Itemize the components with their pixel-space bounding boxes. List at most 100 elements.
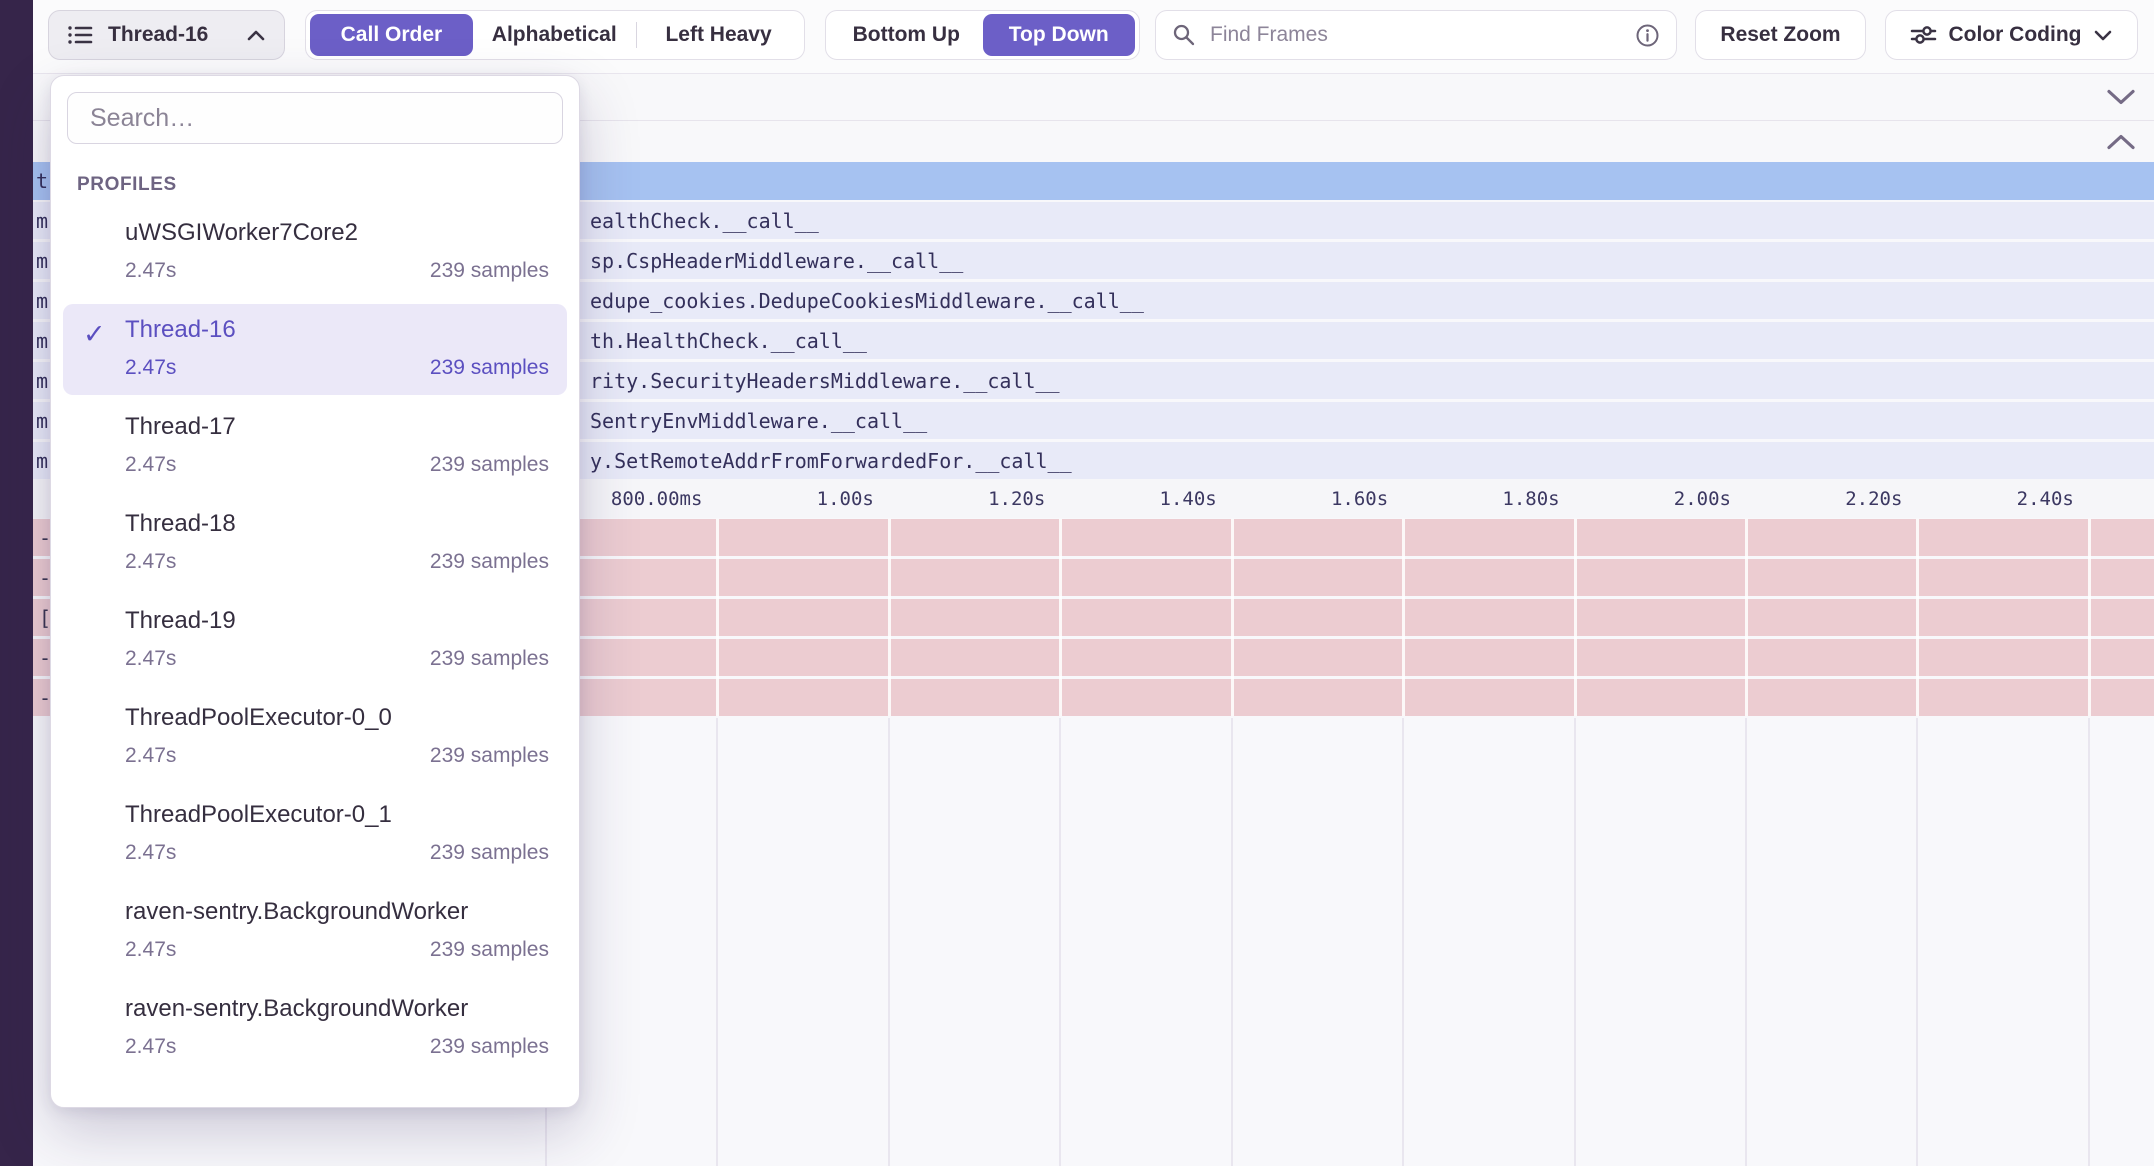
reset-zoom-label: Reset Zoom — [1720, 23, 1840, 47]
thread-item-samples: 239 samples — [430, 1035, 549, 1059]
gridline — [888, 718, 890, 1166]
thread-item-samples: 239 samples — [430, 550, 549, 574]
gridline — [1574, 519, 1577, 716]
gridline — [1402, 718, 1404, 1166]
frame-label-sliver: m — [36, 369, 48, 393]
time-tick-label: 2.00s — [1674, 488, 1731, 510]
frame-label-sliver: m — [36, 409, 48, 433]
gridline — [716, 718, 718, 1166]
gridline — [1059, 718, 1061, 1166]
thread-item-thread-16-1[interactable]: ✓Thread-162.47s239 samples — [51, 301, 579, 398]
dropdown-search-box — [67, 92, 563, 144]
thread-item-stats: 2.47s 239 samples — [125, 550, 549, 574]
gridline — [1745, 519, 1748, 716]
thread-item-name: raven-sentry.BackgroundWorker — [125, 995, 468, 1023]
thread-item-duration: 2.47s — [125, 938, 176, 962]
thread-dropdown-items: uWSGIWorker7Core22.47s239 samples✓Thread… — [51, 204, 579, 1077]
time-tick-label: 2.20s — [1845, 488, 1902, 510]
frame-label: th.HealthCheck.__call__ — [590, 329, 867, 353]
frame-label: ealthCheck.__call__ — [590, 209, 819, 233]
search-icon — [1172, 23, 1196, 47]
direction-option-top-down[interactable]: Top Down — [983, 14, 1136, 56]
direction-toggle-group: Bottom UpTop Down — [825, 10, 1140, 60]
thread-item-stats: 2.47s239 samples — [125, 453, 549, 477]
thread-item-raven-sentry-backgroundworker-8[interactable]: raven-sentry.BackgroundWorker 2.47s 239 sa… — [51, 980, 579, 1077]
thread-item-samples: 239 samples — [430, 259, 549, 283]
thread-item-stats: 2.47s 239 samples — [125, 1035, 549, 1059]
direction-option-bottom-up[interactable]: Bottom Up — [830, 14, 983, 56]
thread-item-thread-18-3[interactable]: Thread-18 2.47s 239 samples — [51, 495, 579, 592]
gridline — [1231, 718, 1233, 1166]
thread-item-samples: 239 samples — [430, 744, 549, 768]
time-tick-label: 1.60s — [1331, 488, 1388, 510]
thread-item-name: Thread-18 — [125, 510, 236, 538]
frame-label-sliver: m — [36, 289, 48, 313]
gridline — [716, 519, 719, 716]
time-tick-label: 800.00ms — [611, 488, 703, 510]
order-option-call-order[interactable]: Call Order — [310, 14, 473, 56]
info-icon[interactable] — [1635, 23, 1660, 48]
app-sidebar-strip — [0, 0, 33, 1166]
find-frames-input[interactable] — [1208, 22, 1623, 48]
thread-item-duration: 2.47s — [125, 744, 176, 768]
expand-section-chevron-down-icon[interactable] — [2106, 89, 2136, 106]
thread-item-name: uWSGIWorker7Core2 — [125, 219, 358, 247]
order-option-alphabetical[interactable]: Alphabetical — [473, 14, 636, 56]
frame-label: sp.CspHeaderMiddleware.__call__ — [590, 249, 963, 273]
thread-item-stats: 2.47s239 samples — [125, 938, 549, 962]
frame-label: edupe_cookies.DedupeCookiesMiddleware.__… — [590, 289, 1144, 313]
thread-item-duration: 2.47s — [125, 453, 176, 477]
time-tick-label: 2.40s — [2017, 488, 2074, 510]
thread-list-icon — [67, 22, 94, 48]
thread-item-name: Thread-17 — [125, 413, 236, 441]
time-tick-label: 1.20s — [988, 488, 1045, 510]
thread-item-samples: 239 samples — [430, 841, 549, 865]
thread-item-uwsgiworker7core2-0[interactable]: uWSGIWorker7Core2 2.47s 239 samples — [51, 204, 579, 301]
thread-dropdown-panel: PROFILES uWSGIWorker7Core2 2.47s 239 sampl… — [50, 75, 580, 1108]
sliders-icon — [1910, 22, 1937, 48]
order-option-left-heavy[interactable]: Left Heavy — [637, 14, 800, 56]
reset-zoom-button[interactable]: Reset Zoom — [1695, 10, 1866, 60]
order-toggle-group: Call OrderAlphabeticalLeft Heavy — [305, 10, 805, 60]
thread-item-name: raven-sentry.BackgroundWorker — [125, 898, 468, 926]
thread-item-duration: 2.47s — [125, 841, 176, 865]
time-tick-label: 1.40s — [1160, 488, 1217, 510]
frame-label: rity.SecurityHeadersMiddleware.__call__ — [590, 369, 1060, 393]
frame-label-sliver: t — [36, 169, 48, 193]
frame-label: SentryEnvMiddleware.__call__ — [590, 409, 927, 433]
profiles-section-label: PROFILES — [77, 174, 579, 196]
thread-item-thread-19-4[interactable]: Thread-19 2.47s239 samples — [51, 592, 579, 689]
thread-item-name: Thread-19 — [125, 607, 236, 635]
dropdown-search-input[interactable] — [88, 103, 542, 134]
thread-item-stats: 2.47s239 samples — [125, 647, 549, 671]
chevron-down-icon — [2093, 29, 2113, 42]
thread-item-duration: 2.47s — [125, 1035, 176, 1059]
thread-item-thread-17-2[interactable]: Thread-17 2.47s239 samples — [51, 398, 579, 495]
thread-item-raven-sentry-backgroundworker-7[interactable]: raven-sentry.BackgroundWorker 2.47s239 sa… — [51, 883, 579, 980]
thread-item-stats: 2.47s 239 samples — [125, 744, 549, 768]
color-coding-button[interactable]: Color Coding — [1885, 10, 2138, 60]
profiler-flamegraph-view: Thread-16 Call OrderAlphabeticalLeft Hea… — [0, 0, 2154, 1166]
thread-item-duration: 2.47s — [125, 647, 176, 671]
thread-selector-button[interactable]: Thread-16 — [48, 10, 285, 60]
thread-item-stats: 2.47s239 samples — [125, 356, 549, 380]
thread-item-duration: 2.47s — [125, 259, 176, 283]
gridline — [1916, 519, 1919, 716]
frame-label: y.SetRemoteAddrFromForwardedFor.__call__ — [590, 449, 1072, 473]
collapse-section-chevron-up-icon[interactable] — [2106, 133, 2136, 150]
chevron-up-icon — [246, 29, 266, 42]
thread-item-threadpoolexecutor-0-1-6[interactable]: ThreadPoolExecutor-0_12.47s239 samples — [51, 786, 579, 883]
frame-label-sliver: m — [36, 209, 48, 233]
thread-item-name: ThreadPoolExecutor-0_0 — [125, 704, 392, 732]
gridline — [2088, 519, 2091, 716]
flamegraph-toolbar: Thread-16 Call OrderAlphabeticalLeft Hea… — [33, 0, 2154, 74]
frame-label-sliver: m — [36, 329, 48, 353]
color-coding-label: Color Coding — [1949, 23, 2082, 47]
gridline — [2088, 718, 2090, 1166]
thread-item-name: Thread-16 — [125, 316, 236, 344]
gridline — [1574, 718, 1576, 1166]
thread-item-threadpoolexecutor-0-0-5[interactable]: ThreadPoolExecutor-0_0 2.47s 239 samples — [51, 689, 579, 786]
gridline — [1402, 519, 1405, 716]
thread-item-duration: 2.47s — [125, 550, 176, 574]
thread-item-stats: 2.47s 239 samples — [125, 841, 549, 865]
